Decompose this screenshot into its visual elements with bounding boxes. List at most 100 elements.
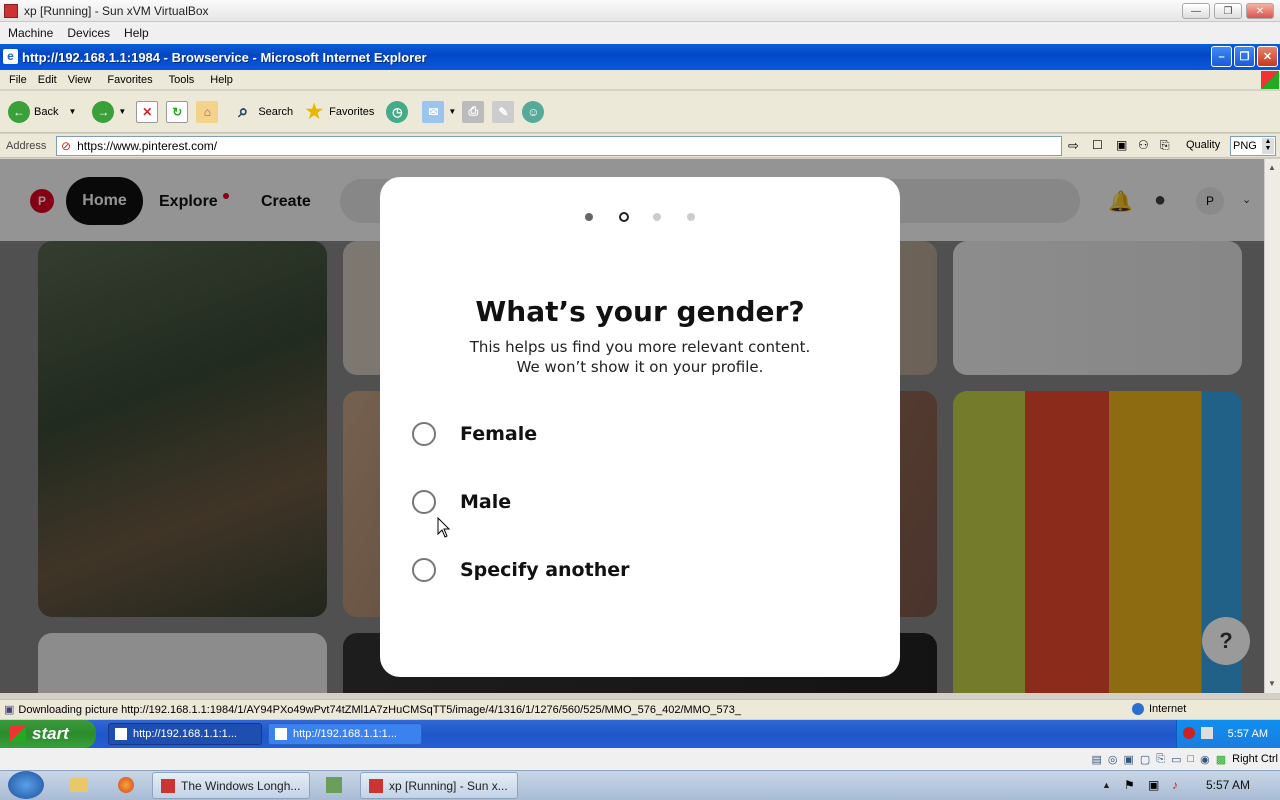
app-icon[interactable]	[326, 777, 342, 793]
start-button[interactable]: start	[0, 720, 96, 748]
address-input[interactable]: ⊘ https://www.pinterest.com/	[56, 136, 1062, 156]
tray-expand-icon[interactable]: ▲	[1102, 780, 1111, 790]
firefox-icon[interactable]	[118, 777, 134, 793]
stop-button[interactable]: ✕	[136, 100, 162, 123]
mail-icon: ✉	[422, 100, 445, 123]
host-clock: 5:57 AM	[1206, 778, 1251, 792]
option-female-label: Female	[460, 423, 538, 445]
option-male[interactable]: Male	[412, 490, 511, 514]
favorites-label: Favorites	[329, 105, 375, 118]
progress-dot	[653, 213, 661, 221]
find-icon[interactable]: ⚇	[1138, 138, 1149, 152]
ie-menu-tools[interactable]: Tools	[169, 74, 195, 86]
progress-dot	[585, 213, 593, 221]
option-specify-another-label: Specify another	[460, 559, 630, 581]
volume-muted-icon[interactable]: ♪	[1172, 778, 1178, 792]
forward-button[interactable]: → ▼	[92, 100, 126, 123]
mail-button[interactable]: ✉ ▼	[422, 100, 456, 123]
menu-devices[interactable]: Devices	[67, 26, 110, 40]
quality-stepper-icon[interactable]: ▲ ▼	[1262, 138, 1274, 154]
explorer-icon[interactable]	[70, 778, 88, 792]
clipboard-icon[interactable]: ⎘	[1160, 138, 1170, 153]
host-task-label: xp [Running] - Sun x...	[389, 778, 508, 793]
radio-specify-another[interactable]	[412, 558, 436, 582]
print-button[interactable]: ⎙	[462, 100, 488, 123]
forward-dropdown-icon[interactable]: ▼	[118, 107, 126, 116]
vbox-task-icon	[161, 778, 175, 793]
back-dropdown-icon[interactable]: ▼	[68, 107, 76, 116]
menu-machine[interactable]: Machine	[8, 26, 53, 40]
quality-value: PNG	[1233, 140, 1257, 152]
quality-select[interactable]: PNG ▲ ▼	[1230, 136, 1276, 156]
ie-menu-edit[interactable]: Edit	[38, 74, 57, 86]
xp-task-ie-2[interactable]: http://192.168.1.1:1...	[268, 723, 422, 745]
history-icon: ◷	[386, 100, 409, 123]
edit-button[interactable]: ✎	[492, 100, 518, 123]
globe-icon	[1132, 703, 1144, 715]
modal-subtitle-line1: This helps us find you more relevant con…	[469, 338, 811, 356]
home-icon: ⌂	[196, 100, 219, 123]
back-arrow-icon: ←	[8, 100, 30, 123]
vbox-status-bar: ▤ ◎ ▣ ▢ ⎘ ▭ □ ◉ ▩ Right Ctrl	[0, 748, 1280, 770]
network-tray-icon[interactable]: ▣	[1148, 778, 1159, 792]
hdd-icon: ▤	[1091, 753, 1102, 766]
ie-task-icon	[275, 728, 287, 740]
host-task-windows-longhorn[interactable]: The Windows Longh...	[152, 772, 310, 799]
network-icon[interactable]	[1201, 727, 1213, 739]
xp-task-ie-1[interactable]: http://192.168.1.1:1...	[108, 723, 262, 745]
search-label: Search	[258, 105, 294, 118]
mouse-cursor-icon	[437, 517, 451, 538]
back-button[interactable]: ← Back ▼	[8, 100, 76, 123]
option-specify-another[interactable]: Specify another	[412, 558, 629, 582]
search-icon: ⌕	[238, 101, 249, 121]
xp-task-label: http://192.168.1.1:1...	[133, 728, 237, 740]
option-female[interactable]: Female	[412, 422, 537, 446]
go-arrow-icon[interactable]: ⇨	[1068, 138, 1079, 154]
radio-male[interactable]	[412, 490, 436, 514]
ie-menu-favorites[interactable]: Favorites	[107, 74, 152, 86]
shared-folder-icon: ▭	[1171, 753, 1182, 766]
history-button[interactable]: ◷	[386, 100, 412, 123]
modal-title: What’s your gender?	[475, 295, 805, 328]
radio-female[interactable]	[412, 422, 436, 446]
windows-logo-icon	[10, 726, 26, 742]
ie-toolbar: ← Back ▼ → ▼ ✕ ↻ ⌂ ⌕ Search ★ Favorites …	[0, 91, 1280, 133]
minimize-button[interactable]: —	[1182, 3, 1210, 19]
ie-maximize-button[interactable]: ❐	[1234, 46, 1255, 67]
security-shield-icon[interactable]	[1183, 727, 1195, 739]
ie-menu-file[interactable]: File	[9, 74, 27, 86]
close-button[interactable]: ✕	[1246, 3, 1274, 19]
ie-minimize-button[interactable]: –	[1211, 46, 1232, 67]
restore-button[interactable]: ❐	[1214, 3, 1242, 19]
messenger-button[interactable]: ☺	[522, 100, 548, 123]
save-page-icon[interactable]: ▣	[1116, 138, 1127, 152]
xp-clock: 5:57 AM	[1227, 728, 1268, 740]
home-button[interactable]: ⌂	[196, 100, 222, 123]
menu-help[interactable]: Help	[124, 26, 149, 40]
ie-menu-view[interactable]: View	[68, 74, 92, 86]
host-start-orb-icon[interactable]	[8, 771, 44, 799]
progress-dot	[687, 213, 695, 221]
vbox-task-icon	[369, 778, 383, 793]
ie-close-button[interactable]: ✕	[1257, 46, 1278, 67]
status-page-icon: ▣	[4, 704, 15, 716]
search-button[interactable]: ⌕ Search	[232, 101, 293, 123]
guest-additions-icon: ◉	[1200, 753, 1210, 766]
mail-dropdown-icon[interactable]: ▼	[448, 107, 456, 116]
bookmark-icon[interactable]: ☐	[1092, 138, 1103, 152]
windows-flag-icon	[1261, 71, 1279, 89]
progress-dot	[619, 212, 629, 222]
scroll-up-icon[interactable]: ▲	[1268, 163, 1276, 172]
ie-menu-help[interactable]: Help	[210, 74, 233, 86]
status-text: Downloading picture http://192.168.1.1:1…	[18, 703, 741, 716]
page-scrollbar[interactable]: ▲ ▼	[1264, 159, 1280, 693]
favorites-button[interactable]: ★ Favorites	[303, 101, 374, 123]
refresh-button[interactable]: ↻	[166, 100, 192, 123]
help-button[interactable]: ?	[1202, 617, 1250, 665]
stop-icon: ✕	[136, 100, 159, 123]
scroll-down-icon[interactable]: ▼	[1268, 679, 1276, 688]
host-task-label: The Windows Longh...	[181, 778, 301, 793]
host-task-vbox-xp[interactable]: xp [Running] - Sun x...	[360, 772, 518, 799]
ie-icon: e	[3, 49, 18, 64]
action-center-flag-icon[interactable]: ⚑	[1124, 778, 1135, 792]
